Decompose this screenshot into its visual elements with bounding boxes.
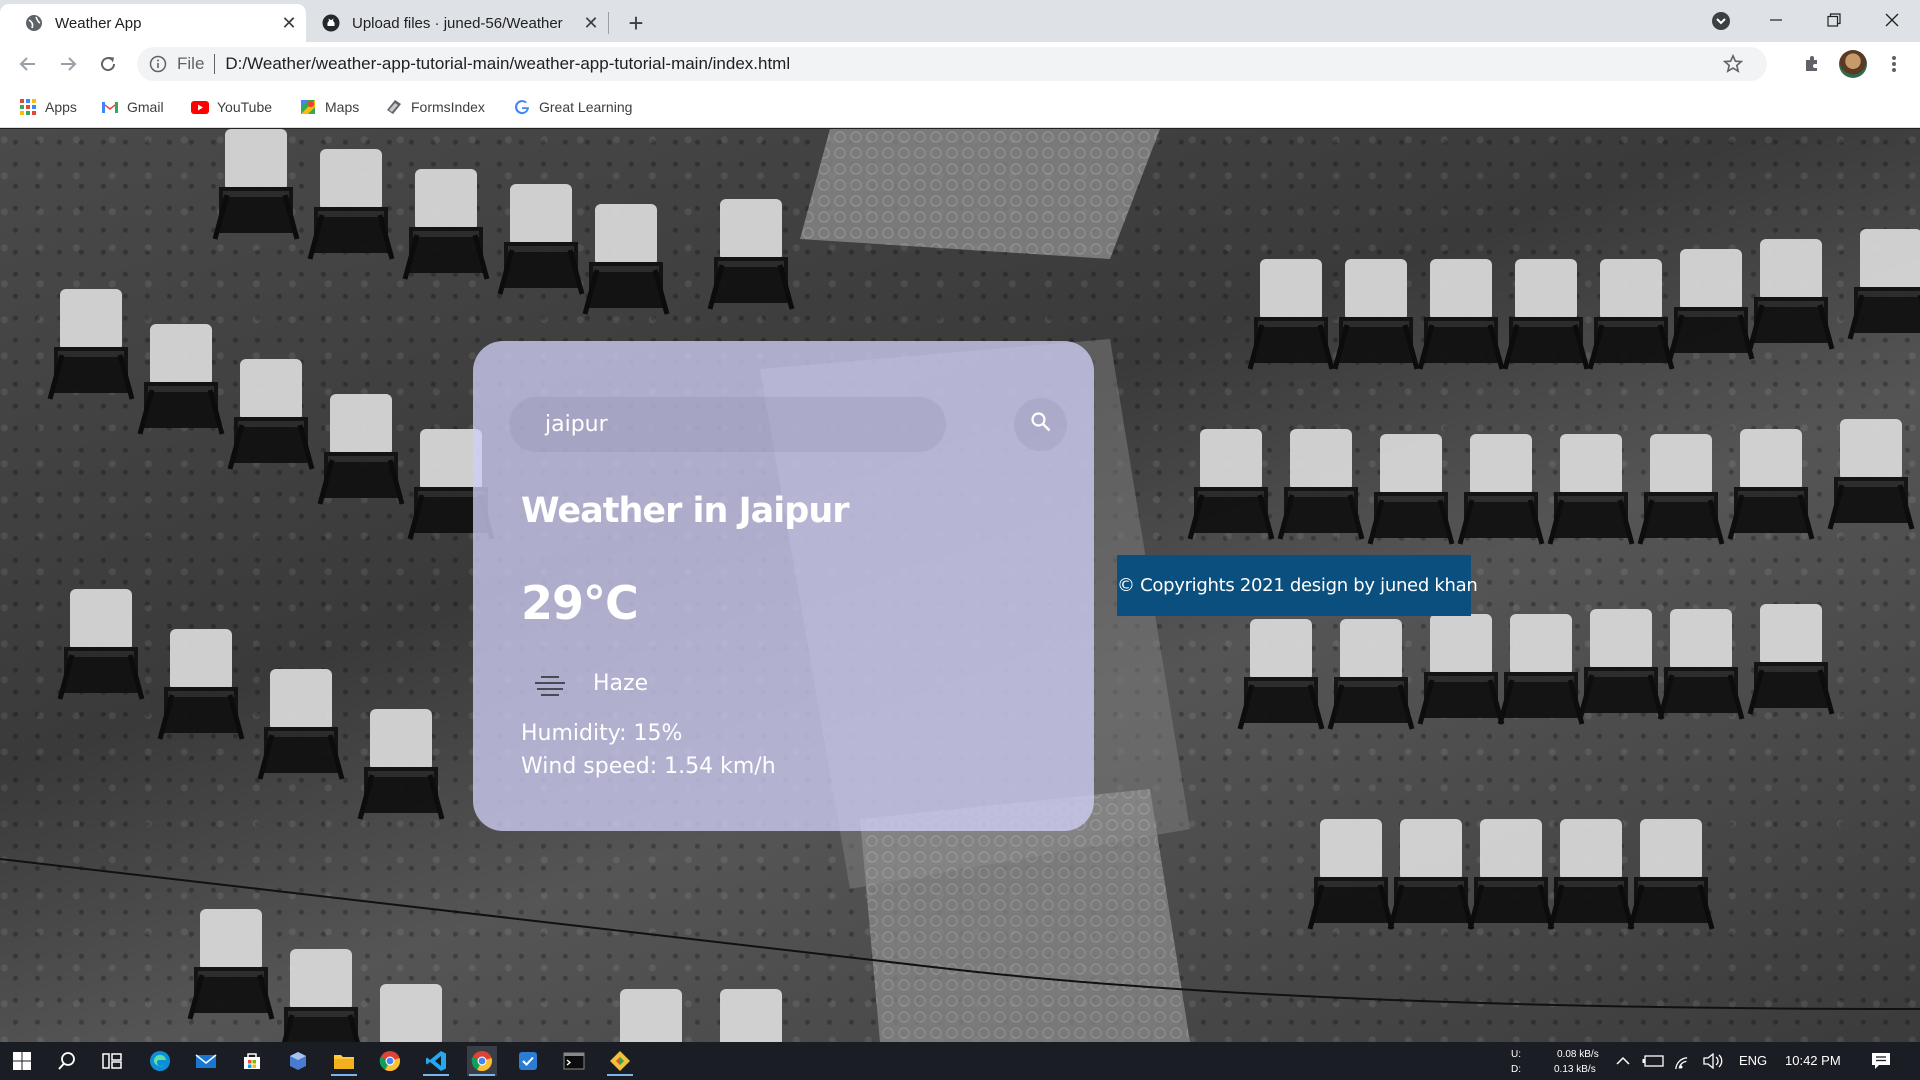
google-icon — [513, 98, 531, 116]
restore-button[interactable] — [1810, 0, 1858, 40]
forward-button[interactable] — [54, 50, 82, 78]
terminal-icon[interactable] — [559, 1046, 589, 1076]
city-search-input[interactable]: jaipur — [509, 397, 946, 452]
globe-icon — [25, 14, 43, 32]
chrome-active-icon[interactable] — [467, 1046, 497, 1076]
scheme-label: File — [177, 54, 205, 73]
active-indicator — [423, 1074, 449, 1076]
clock[interactable]: 10:42 PM — [1785, 1053, 1841, 1068]
bookmark-label: FormsIndex — [411, 99, 485, 115]
formsindex-icon — [385, 98, 403, 116]
bookmark-label: Apps — [45, 99, 77, 115]
extensions-icon[interactable] — [1798, 50, 1826, 78]
wifi-icon[interactable] — [1672, 1046, 1698, 1076]
scheme-divider — [214, 54, 216, 74]
active-indicator — [469, 1074, 495, 1076]
apps-grid-icon — [19, 98, 37, 116]
search-taskbar-icon[interactable] — [52, 1046, 82, 1076]
bookmark-label: Gmail — [127, 99, 164, 115]
active-indicator — [331, 1074, 357, 1076]
temperature-value: 29°C — [521, 576, 639, 630]
bookmark-maps[interactable]: Maps — [299, 96, 359, 118]
close-tab-icon[interactable]: ✕ — [580, 12, 602, 34]
search-icon — [1030, 411, 1052, 438]
tab-upload-files[interactable]: Upload files · juned-56/Weather ✕ — [306, 4, 608, 42]
edge-icon[interactable] — [145, 1046, 175, 1076]
active-indicator — [607, 1074, 633, 1076]
bookmark-label: Maps — [325, 99, 360, 115]
address-bar[interactable]: File D:/Weather/weather-app-tutorial-mai… — [137, 47, 1767, 81]
bookmark-label: Great Learning — [539, 99, 633, 115]
bookmark-formsindex[interactable]: FormsIndex — [385, 96, 485, 118]
haze-icon — [533, 673, 567, 701]
bookmark-star-icon[interactable] — [1722, 53, 1744, 74]
net-down-speed: 0.13 kB/s — [1554, 1064, 1596, 1075]
tab-title: Upload files · juned-56/Weather — [352, 14, 563, 32]
search-button[interactable] — [1014, 398, 1067, 451]
git-app-icon[interactable] — [605, 1046, 635, 1076]
battery-icon[interactable] — [1640, 1046, 1666, 1076]
tab-search-icon[interactable] — [1710, 10, 1732, 32]
tab-title: Weather App — [55, 14, 142, 32]
site-info-icon[interactable] — [149, 55, 167, 73]
close-window-button[interactable] — [1868, 0, 1916, 40]
notifications-icon[interactable] — [1866, 1046, 1896, 1076]
minimize-button[interactable] — [1752, 0, 1800, 40]
chrome-icon[interactable] — [375, 1046, 405, 1076]
back-button[interactable] — [14, 50, 42, 78]
windows-start-icon[interactable] — [7, 1046, 37, 1076]
youtube-icon — [191, 98, 209, 116]
weather-description: Haze — [593, 671, 649, 696]
copyright-footer: © Copyrights 2021 design by juned khan — [1117, 555, 1478, 616]
file-explorer-icon[interactable] — [329, 1046, 359, 1076]
chevron-up-icon[interactable] — [1613, 1046, 1633, 1076]
maps-icon — [299, 98, 317, 116]
windows-taskbar: U: D: 0.08 kB/s 0.13 kB/s ENG 10:42 PM — [0, 1042, 1920, 1080]
close-tab-icon[interactable]: ✕ — [278, 12, 300, 34]
city-heading: Weather in Jaipur — [521, 491, 850, 531]
task-view-icon[interactable] — [97, 1046, 127, 1076]
net-up-label: U: — [1511, 1049, 1521, 1060]
bookmark-gmail[interactable]: Gmail — [101, 96, 164, 118]
wind-speed-text: Wind speed: 1.54 km/h — [521, 754, 776, 779]
bookmark-apps[interactable]: Apps — [19, 96, 77, 118]
tab-separator — [608, 12, 609, 34]
vscode-icon[interactable] — [421, 1046, 451, 1076]
chrome-menu-icon[interactable] — [1880, 50, 1908, 78]
mail-icon[interactable] — [191, 1046, 221, 1076]
reload-button[interactable] — [94, 50, 122, 78]
3d-box-icon[interactable] — [283, 1046, 313, 1076]
language-indicator[interactable]: ENG — [1739, 1053, 1767, 1068]
bookmarks-bar: Apps Gmail YouTube Maps FormsIndex Great… — [0, 86, 1920, 128]
humidity-text: Humidity: 15% — [521, 721, 683, 746]
tab-strip: Weather App ✕ Upload files · juned-56/We… — [0, 0, 1920, 42]
tab-weather-app[interactable]: Weather App ✕ — [0, 4, 306, 42]
checklist-app-icon[interactable] — [513, 1046, 543, 1076]
profile-avatar[interactable] — [1839, 50, 1867, 78]
net-down-label: D: — [1511, 1064, 1521, 1075]
bookmark-great-learning[interactable]: Great Learning — [513, 96, 632, 118]
github-icon — [322, 14, 340, 32]
page-viewport: jaipur Weather in Jaipur 29°C Haze Humid… — [0, 129, 1920, 1042]
weather-card: jaipur Weather in Jaipur 29°C Haze Humid… — [473, 341, 1094, 831]
gmail-icon — [101, 98, 119, 116]
volume-icon[interactable] — [1701, 1046, 1727, 1076]
bookmark-youtube[interactable]: YouTube — [191, 96, 272, 118]
new-tab-button[interactable]: + — [621, 8, 651, 38]
bookmark-label: YouTube — [217, 99, 273, 115]
store-icon[interactable] — [237, 1046, 267, 1076]
browser-toolbar: File D:/Weather/weather-app-tutorial-mai… — [0, 42, 1920, 86]
net-up-speed: 0.08 kB/s — [1557, 1049, 1599, 1060]
url-text[interactable]: D:/Weather/weather-app-tutorial-main/wea… — [225, 54, 790, 74]
